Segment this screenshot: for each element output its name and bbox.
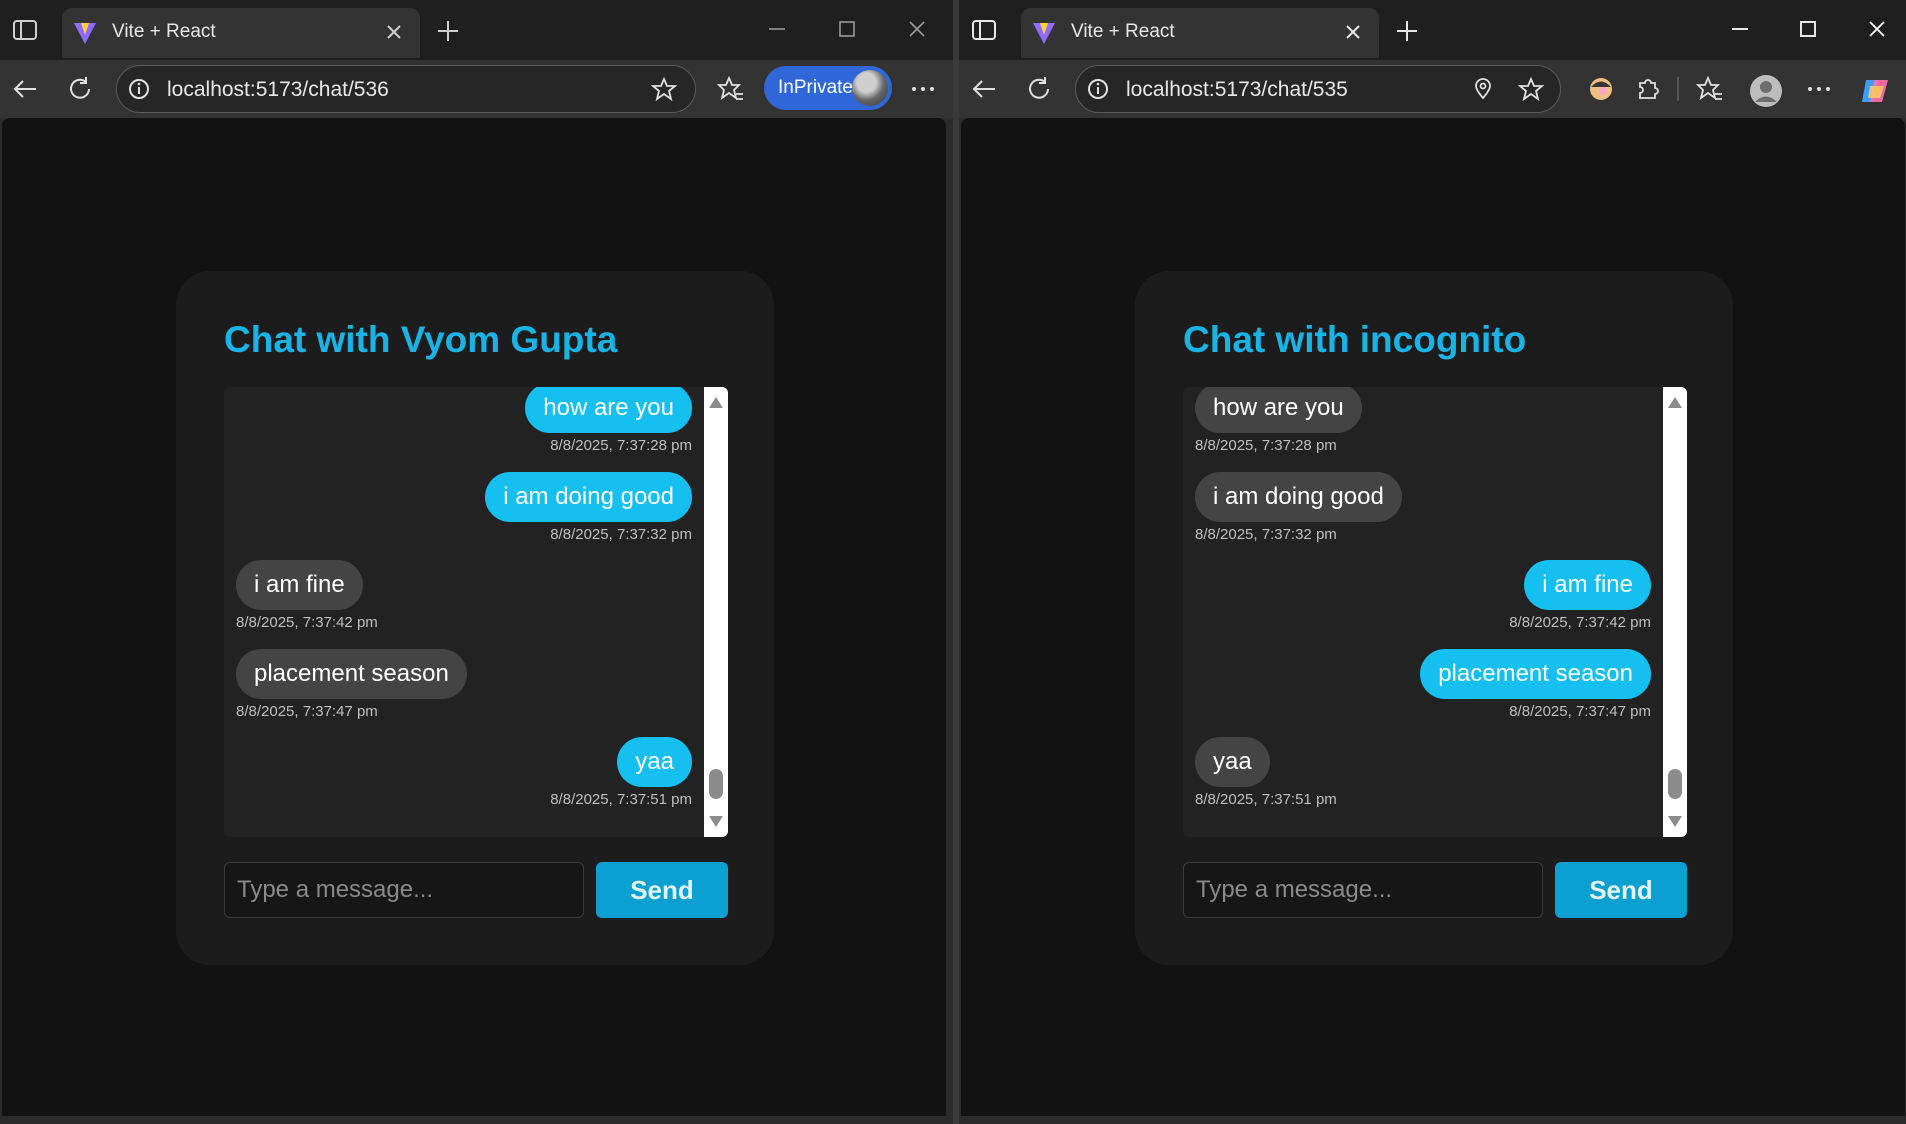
message-bubble: yaa (1195, 737, 1270, 787)
message-bubble: i am doing good (485, 472, 692, 522)
minimize-icon[interactable] (762, 14, 792, 44)
message-timestamp: 8/8/2025, 7:37:42 pm (1509, 614, 1651, 631)
inprivate-avatar-icon (852, 70, 888, 106)
navigation-bar: localhost:5173/chat/535 (959, 60, 1906, 118)
message-item: i am fine 8/8/2025, 7:37:42 pm (236, 560, 378, 631)
message-timestamp: 8/8/2025, 7:37:47 pm (1509, 703, 1651, 720)
site-info-icon[interactable] (127, 77, 151, 101)
message-item: placement season 8/8/2025, 7:37:47 pm (236, 649, 467, 720)
message-item: yaa 8/8/2025, 7:37:51 pm (550, 737, 692, 808)
new-tab-icon[interactable] (435, 18, 461, 44)
message-scrollbar[interactable] (704, 387, 728, 837)
message-bubble: i am fine (236, 560, 363, 610)
chat-card: Chat with incognito how are you 8/8/2025… (1135, 271, 1733, 965)
message-bubble: i am doing good (1195, 472, 1402, 522)
maximize-icon[interactable] (1793, 14, 1823, 44)
favorite-star-icon[interactable] (1518, 76, 1544, 102)
scroll-down-arrow-icon[interactable] (1668, 816, 1682, 827)
tab-actions-icon[interactable] (10, 15, 40, 45)
scroll-up-arrow-icon[interactable] (1668, 397, 1682, 408)
back-icon[interactable] (969, 74, 999, 104)
location-pin-icon[interactable] (1471, 77, 1495, 101)
message-timestamp: 8/8/2025, 7:37:28 pm (1195, 437, 1337, 454)
message-input[interactable]: Type a message... (1183, 862, 1543, 918)
message-item: i am fine 8/8/2025, 7:37:42 pm (1509, 560, 1651, 631)
message-list[interactable]: how are you 8/8/2025, 7:37:28 pm i am do… (1183, 387, 1687, 837)
message-bubble: how are you (525, 387, 692, 433)
message-timestamp: 8/8/2025, 7:37:47 pm (236, 703, 378, 720)
message-scrollbar[interactable] (1663, 387, 1687, 837)
scrollbar-thumb[interactable] (1668, 769, 1682, 799)
browser-window-left: Vite + React localhost:5173/chat/536 InP… (0, 0, 953, 1124)
page-viewport: Chat with Vyom Gupta how are you 8/8/202… (2, 118, 946, 1116)
tab-title: Vite + React (112, 21, 216, 42)
favorites-icon[interactable] (716, 74, 746, 104)
url-text[interactable]: localhost:5173/chat/535 (1126, 78, 1348, 102)
more-menu-icon[interactable] (1804, 74, 1834, 104)
message-bubble: placement season (236, 649, 467, 699)
favorites-icon[interactable] (1695, 74, 1725, 104)
vite-favicon-icon (1031, 20, 1057, 46)
message-item: how are you 8/8/2025, 7:37:28 pm (1195, 387, 1362, 454)
message-item: placement season 8/8/2025, 7:37:47 pm (1420, 649, 1651, 720)
inprivate-label: InPrivate (778, 77, 853, 98)
tab-actions-icon[interactable] (969, 15, 999, 45)
navigation-bar: localhost:5173/chat/536 InPrivate (0, 60, 953, 118)
vite-favicon-icon (72, 20, 98, 46)
new-tab-icon[interactable] (1394, 18, 1420, 44)
message-item: yaa 8/8/2025, 7:37:51 pm (1195, 737, 1337, 808)
chat-title: Chat with Vyom Gupta (224, 319, 618, 360)
back-icon[interactable] (10, 74, 40, 104)
copilot-icon[interactable] (1858, 74, 1888, 104)
message-timestamp: 8/8/2025, 7:37:32 pm (1195, 526, 1337, 543)
close-tab-icon[interactable] (1341, 20, 1365, 44)
more-menu-icon[interactable] (908, 74, 938, 104)
refresh-icon[interactable] (65, 74, 95, 104)
message-bubble: i am fine (1524, 560, 1651, 610)
scrollbar-thumb[interactable] (709, 769, 723, 799)
message-bubble: yaa (617, 737, 692, 787)
browser-window-right: Vite + React localhost:5173/chat/535 Cha… (959, 0, 1906, 1124)
message-timestamp: 8/8/2025, 7:37:51 pm (550, 791, 692, 808)
close-window-icon[interactable] (902, 14, 932, 44)
browser-tab[interactable]: Vite + React (1021, 8, 1379, 58)
maximize-icon[interactable] (832, 14, 862, 44)
scroll-up-arrow-icon[interactable] (709, 397, 723, 408)
tab-bar: Vite + React (0, 0, 953, 60)
tab-bar: Vite + React (959, 0, 1906, 60)
message-bubble: how are you (1195, 387, 1362, 433)
toolbar-separator (1677, 77, 1679, 101)
scroll-down-arrow-icon[interactable] (709, 816, 723, 827)
send-button[interactable]: Send (596, 862, 728, 918)
url-text[interactable]: localhost:5173/chat/536 (167, 78, 389, 102)
message-item: i am doing good 8/8/2025, 7:37:32 pm (485, 472, 692, 543)
message-item: i am doing good 8/8/2025, 7:37:32 pm (1195, 472, 1402, 543)
tab-title: Vite + React (1071, 21, 1175, 42)
message-bubble: placement season (1420, 649, 1651, 699)
inprivate-badge[interactable]: InPrivate (764, 66, 892, 110)
refresh-icon[interactable] (1024, 74, 1054, 104)
message-item: how are you 8/8/2025, 7:37:28 pm (525, 387, 692, 454)
extension-avatar-icon[interactable] (1586, 74, 1616, 104)
minimize-icon[interactable] (1725, 14, 1755, 44)
send-button[interactable]: Send (1555, 862, 1687, 918)
message-timestamp: 8/8/2025, 7:37:51 pm (1195, 791, 1337, 808)
address-bar[interactable]: localhost:5173/chat/536 (116, 65, 696, 113)
favorite-star-icon[interactable] (651, 76, 677, 102)
close-tab-icon[interactable] (382, 20, 406, 44)
message-timestamp: 8/8/2025, 7:37:28 pm (550, 437, 692, 454)
profile-avatar-icon[interactable] (1749, 74, 1782, 107)
close-window-icon[interactable] (1862, 14, 1892, 44)
message-timestamp: 8/8/2025, 7:37:42 pm (236, 614, 378, 631)
page-viewport: Chat with incognito how are you 8/8/2025… (961, 118, 1905, 1116)
message-timestamp: 8/8/2025, 7:37:32 pm (550, 526, 692, 543)
extensions-puzzle-icon[interactable] (1632, 74, 1662, 104)
site-info-icon[interactable] (1086, 77, 1110, 101)
chat-title: Chat with incognito (1183, 319, 1527, 360)
message-input[interactable]: Type a message... (224, 862, 584, 918)
browser-tab[interactable]: Vite + React (62, 8, 420, 58)
chat-card: Chat with Vyom Gupta how are you 8/8/202… (176, 271, 774, 965)
address-bar[interactable]: localhost:5173/chat/535 (1075, 65, 1561, 113)
message-list[interactable]: how are you 8/8/2025, 7:37:28 pm i am do… (224, 387, 728, 837)
